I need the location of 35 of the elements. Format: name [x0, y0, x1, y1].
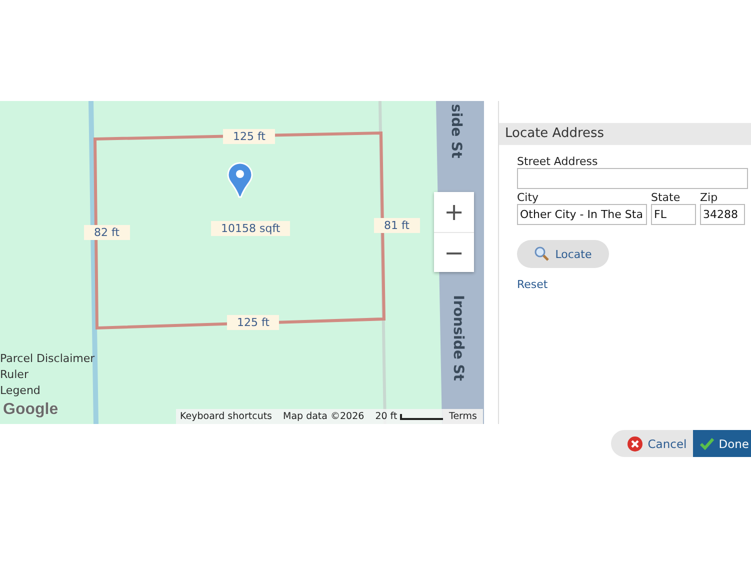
locate-button[interactable]: Locate	[517, 240, 609, 268]
reset-link[interactable]: Reset	[517, 278, 548, 291]
street-address-field[interactable]	[517, 168, 748, 189]
keyboard-shortcuts-link[interactable]: Keyboard shortcuts	[180, 411, 272, 422]
cancel-button[interactable]: Cancel	[610, 430, 693, 457]
terms-link[interactable]: Terms	[443, 409, 483, 424]
map-link[interactable]: Parcel Disclaimer	[0, 352, 95, 366]
map-link[interactable]: Legend	[0, 384, 95, 398]
zoom-out-button[interactable]: −	[434, 232, 474, 272]
dimension-label: 81 ft	[374, 218, 420, 233]
map[interactable]: side St Ironside St 125 ft 82 ft 10158 sqft 81 ft 125 ft + − Parcel Disclaimer Ruler Legend Google Keyboard shortcuts Map data ©2026 20 ft Terms	[0, 101, 484, 424]
field-label: Zip	[700, 191, 719, 204]
zip-field[interactable]: 34288	[700, 204, 745, 225]
magnifier-icon	[534, 246, 550, 262]
map-link[interactable]: Ruler	[0, 368, 95, 382]
checkmark-icon	[698, 436, 715, 450]
scale-label: 20 ft	[375, 411, 398, 422]
field-label: State	[651, 191, 682, 204]
city-field[interactable]: Other City - In The Sta	[517, 204, 647, 225]
field-label: Street Address	[517, 155, 599, 168]
street-label: Ironside St	[450, 295, 466, 381]
zoom-in-button[interactable]: +	[434, 192, 474, 232]
location-pin-icon[interactable]	[227, 162, 253, 198]
done-button[interactable]: Done	[692, 430, 751, 457]
street-label: side St	[448, 104, 464, 158]
dimension-label: 125 ft	[223, 129, 276, 144]
map-logo[interactable]: Google	[3, 401, 58, 419]
dimension-label: 125 ft	[227, 315, 280, 330]
cancel-icon	[626, 436, 643, 452]
panel-title: Locate Address	[499, 123, 751, 145]
dimension-label: 82 ft	[84, 225, 130, 240]
dimension-label: 10158 sqft	[211, 221, 290, 236]
state-field[interactable]: FL	[651, 204, 696, 225]
map-data-text: Map data ©2026	[283, 411, 364, 422]
field-label: City	[517, 191, 540, 204]
